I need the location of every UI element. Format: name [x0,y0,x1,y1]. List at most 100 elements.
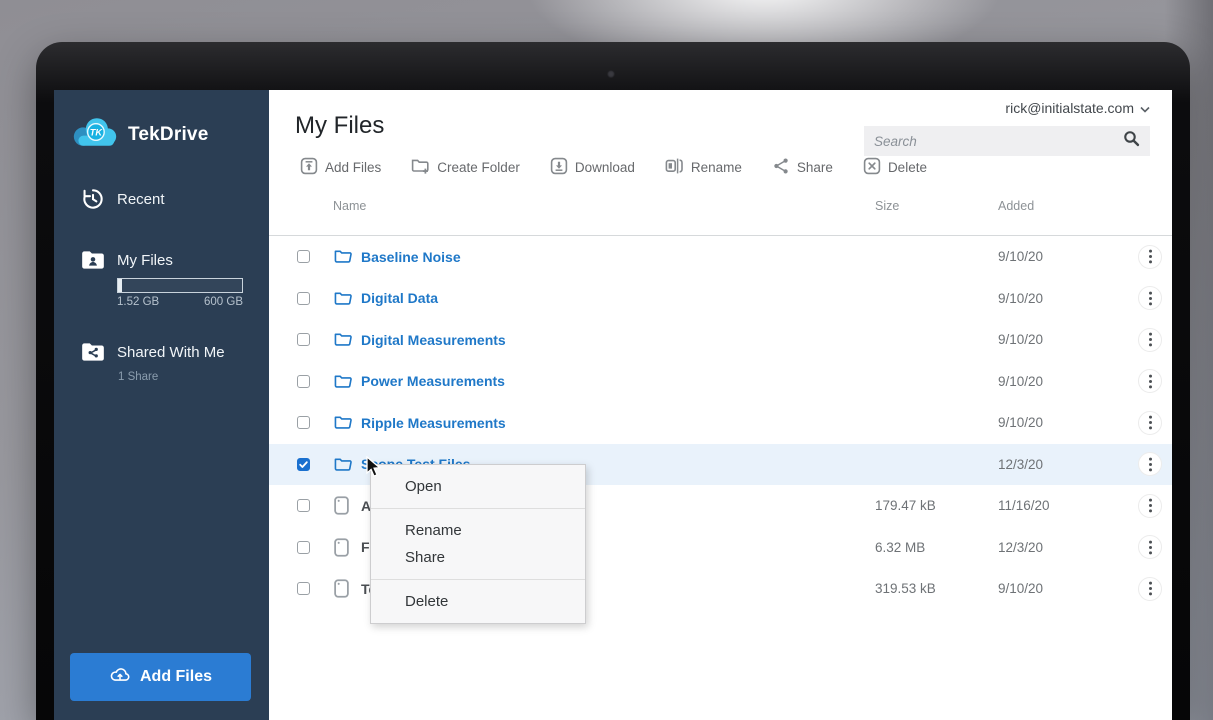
folder-icon [334,291,352,306]
add-files-button-label: Add Files [139,668,212,685]
row-checkbox[interactable] [297,291,310,305]
row-kebab-menu-button[interactable] [1138,576,1162,601]
context-menu-item-open[interactable]: Open [371,473,585,500]
file-size: 179.47 kB [875,498,936,514]
share-count: 1 Share [118,371,159,383]
row-checkbox[interactable] [297,250,310,264]
toolbar-button-label: Rename [690,160,742,175]
folder-icon [334,332,352,347]
folder-icon [334,374,352,389]
context-menu-item-delete[interactable]: Delete [371,588,585,615]
row-kebab-menu-button[interactable] [1138,535,1162,560]
svg-text:TK: TK [90,128,104,138]
row-kebab-menu-button[interactable] [1138,410,1162,435]
photo-background: TK TekDrive Recent My Files 1.52 GB 600 … [0,0,1213,720]
folder-icon [334,457,352,472]
file-name-link[interactable]: Digital Measurements [361,332,875,348]
storage-total: 600 GB [204,296,243,308]
storage-usage-bar [117,278,243,293]
row-kebab-menu-button[interactable] [1138,286,1162,311]
toolbar-button-add-files[interactable]: Add Files [300,157,381,178]
mouse-cursor [366,455,383,483]
context-menu-group: Delete [371,580,585,623]
row-checkbox[interactable] [297,499,310,513]
file-added-date: 9/10/20 [998,415,1044,431]
row-kebab-menu-button[interactable] [1138,369,1162,394]
delete-icon [863,157,881,178]
file-added-date: 12/3/20 [998,456,1044,472]
row-kebab-menu-button[interactable] [1138,327,1162,352]
file-name-link[interactable]: Power Measurements [361,373,875,389]
account-menu[interactable]: rick@initialstate.com [1005,100,1150,116]
main-content: rick@initialstate.com My Files [269,90,1172,720]
file-added-date: 9/10/20 [998,290,1044,306]
row-kebab-menu-button[interactable] [1138,452,1162,477]
toolbar-button-download[interactable]: Download [550,157,635,178]
file-name-link[interactable]: Ripple Measurements [361,415,875,431]
toolbar-button-label: Create Folder [437,160,520,175]
sidebar-item-recent[interactable]: Recent [117,191,165,208]
create-folder-icon [411,157,430,178]
file-added-date: 9/10/20 [998,373,1044,389]
row-checkbox[interactable] [297,374,310,388]
toolbar-button-create-folder[interactable]: Create Folder [411,157,520,178]
sidebar-item-my-files[interactable]: My Files [117,252,173,269]
table-row[interactable]: Ripple Measurements 9/10/20 [269,402,1172,444]
table-row[interactable]: Digital Measurements 9/10/20 [269,319,1172,361]
share-icon [772,157,790,178]
folder-icon [334,249,352,264]
table-row[interactable]: Power Measurements 9/10/20 [269,361,1172,403]
row-kebab-menu-button[interactable] [1138,244,1162,269]
toolbar-button-label: Delete [887,160,927,175]
app-window: TK TekDrive Recent My Files 1.52 GB 600 … [54,90,1172,720]
file-added-date: 9/10/20 [998,332,1044,348]
search-icon[interactable] [1123,130,1140,152]
sidebar: TK TekDrive Recent My Files 1.52 GB 600 … [54,90,269,720]
row-checkbox[interactable] [297,457,310,471]
search-box [864,126,1150,156]
tekdrive-logo-icon: TK [72,116,118,153]
column-header-name[interactable]: Name [333,199,366,213]
file-added-date: 11/16/20 [998,498,1050,514]
row-kebab-menu-button[interactable] [1138,493,1162,518]
toolbar-button-label: Download [574,160,635,175]
context-menu: Open Rename Share Delete [370,464,586,624]
toolbar-button-share[interactable]: Share [772,157,833,178]
row-checkbox[interactable] [297,416,310,430]
toolbar-button-label: Share [796,160,833,175]
row-checkbox[interactable] [297,582,310,596]
rename-icon [665,157,684,178]
row-checkbox[interactable] [297,333,310,347]
file-added-date: 12/3/20 [998,539,1044,555]
row-checkbox[interactable] [297,540,310,554]
storage-usage-labels: 1.52 GB 600 GB [117,296,243,308]
brand: TK TekDrive [72,116,208,153]
file-size: 6.32 MB [875,539,926,555]
account-email: rick@initialstate.com [1005,100,1134,116]
file-size: 319.53 kB [875,581,936,597]
chevron-down-icon [1140,100,1150,116]
column-header-added[interactable]: Added [998,199,1034,213]
tablet-bezel: TK TekDrive Recent My Files 1.52 GB 600 … [36,42,1190,720]
file-name-link[interactable]: Digital Data [361,290,875,306]
toolbar: Add Files Create Folder Download Rename Shar… [300,157,927,178]
toolbar-button-delete[interactable]: Delete [863,157,927,178]
context-menu-item-share[interactable]: Share [371,544,585,571]
cloud-upload-icon [109,664,131,691]
table-row[interactable]: Baseline Noise 9/10/20 [269,236,1172,278]
file-name-link[interactable]: Baseline Noise [361,249,875,265]
file-added-date: 9/10/20 [998,581,1044,597]
file-icon [334,538,352,557]
toolbar-button-label: Add Files [325,160,382,175]
toolbar-button-rename[interactable]: Rename [665,157,742,178]
brand-name: TekDrive [128,123,209,145]
sidebar-item-shared-with-me[interactable]: Shared With Me [117,344,225,361]
shared-folder-icon [80,339,106,365]
column-header-size[interactable]: Size [875,199,899,213]
add-files-button[interactable]: Add Files [70,653,251,701]
storage-usage-fill [118,279,122,292]
table-row[interactable]: Digital Data 9/10/20 [269,278,1172,320]
search-input[interactable] [874,133,1123,149]
context-menu-item-rename[interactable]: Rename [371,517,585,544]
storage-used: 1.52 GB [117,296,160,308]
